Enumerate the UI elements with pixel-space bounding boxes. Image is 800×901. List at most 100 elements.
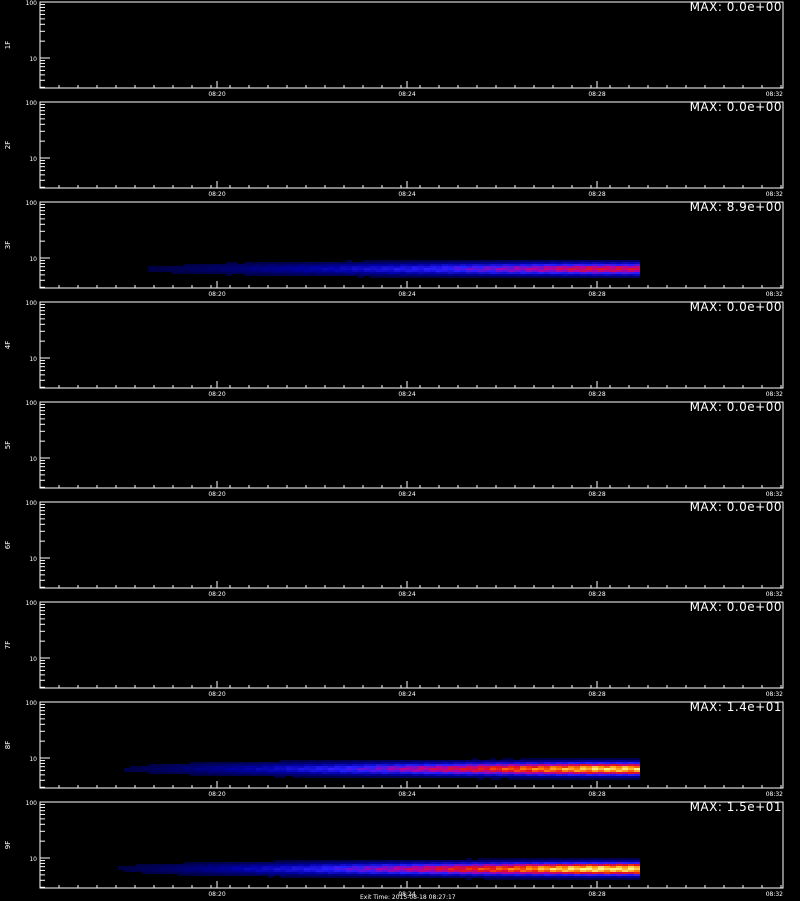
heat-cell xyxy=(520,762,526,764)
heat-cell xyxy=(550,260,556,262)
heat-cell xyxy=(322,866,328,868)
heat-cell xyxy=(370,870,376,872)
heat-cell xyxy=(532,270,538,272)
heat-cell xyxy=(316,272,322,274)
heat-cell xyxy=(484,776,490,778)
heat-cell xyxy=(550,276,556,278)
heat-cell xyxy=(214,862,220,864)
heat-cell xyxy=(334,770,340,772)
heat-cell xyxy=(628,770,634,772)
heat-cell xyxy=(622,862,628,864)
heat-cell xyxy=(544,768,550,770)
heat-cell xyxy=(352,876,358,878)
heat-cell xyxy=(340,262,346,264)
heat-cell xyxy=(478,776,484,778)
heat-cell xyxy=(250,874,256,876)
heat-cell xyxy=(262,772,268,774)
heat-cell xyxy=(448,866,454,868)
heat-cell xyxy=(406,870,412,872)
heat-cell xyxy=(430,270,436,272)
heat-cell xyxy=(508,872,514,874)
heat-cell xyxy=(556,762,562,764)
heat-cell xyxy=(364,866,370,868)
heat-cell xyxy=(454,266,460,268)
heat-cell xyxy=(202,762,208,764)
heat-cell xyxy=(550,778,556,780)
heat-cell xyxy=(352,762,358,764)
heat-cell xyxy=(598,264,604,266)
y-tick-label: 10 xyxy=(29,256,37,263)
plot-frame xyxy=(39,601,784,689)
heat-cell xyxy=(562,774,568,776)
heat-cell xyxy=(160,766,166,768)
heat-cell xyxy=(538,760,544,762)
heat-cell xyxy=(478,860,484,862)
heat-cell xyxy=(496,872,502,874)
heat-cell xyxy=(508,878,514,880)
heat-cell xyxy=(358,270,364,272)
heat-cell xyxy=(286,866,292,868)
heat-cell xyxy=(250,270,256,272)
heat-cell xyxy=(220,770,226,772)
heat-cell xyxy=(592,260,598,262)
heat-cell xyxy=(220,864,226,866)
heat-cell xyxy=(220,268,226,270)
heat-cell xyxy=(550,272,556,274)
heat-cell xyxy=(586,764,592,766)
heat-cell xyxy=(292,866,298,868)
heat-cell xyxy=(598,766,604,768)
heat-cell xyxy=(220,768,226,770)
heat-cell xyxy=(616,268,622,270)
heat-cell xyxy=(550,858,556,860)
heat-cell xyxy=(634,862,640,864)
heat-cell xyxy=(520,862,526,864)
heat-cell xyxy=(592,762,598,764)
heat-cell xyxy=(238,868,244,870)
heat-cell xyxy=(346,866,352,868)
heat-cell xyxy=(586,760,592,762)
heat-cell xyxy=(220,874,226,876)
heat-cell xyxy=(196,868,202,870)
heat-cell xyxy=(604,868,610,870)
heat-cell xyxy=(436,776,442,778)
heat-cell xyxy=(448,276,454,278)
heat-cell xyxy=(298,270,304,272)
heat-cell xyxy=(424,774,430,776)
heat-cell xyxy=(352,862,358,864)
heat-cell xyxy=(352,874,358,876)
heat-cell xyxy=(634,274,640,276)
heat-cell xyxy=(382,864,388,866)
heat-cell xyxy=(160,268,166,270)
heat-cell xyxy=(484,868,490,870)
heat-cell xyxy=(364,274,370,276)
heat-cell xyxy=(268,866,274,868)
heat-cell xyxy=(544,272,550,274)
heat-cell xyxy=(610,878,616,880)
y-tick-label: 100 xyxy=(26,400,38,407)
heat-cell xyxy=(316,774,322,776)
heat-cell xyxy=(322,270,328,272)
heat-cell xyxy=(616,860,622,862)
heat-cell xyxy=(610,864,616,866)
heat-cell xyxy=(292,776,298,778)
heat-cell xyxy=(490,870,496,872)
x-tick-label: 08:24 xyxy=(398,391,415,398)
heat-cell xyxy=(544,776,550,778)
heat-cell xyxy=(190,264,196,266)
heat-cell xyxy=(370,276,376,278)
heat-cell xyxy=(580,768,586,770)
heat-cell xyxy=(424,260,430,262)
heat-cell xyxy=(628,866,634,868)
heat-cell xyxy=(580,770,586,772)
heat-cell xyxy=(274,266,280,268)
heat-cell xyxy=(520,868,526,870)
heat-cell xyxy=(496,268,502,270)
heat-cell xyxy=(244,862,250,864)
heat-cell xyxy=(274,864,280,866)
heat-cell xyxy=(592,776,598,778)
heat-cell xyxy=(544,268,550,270)
heat-cell xyxy=(310,772,316,774)
heat-cell xyxy=(268,764,274,766)
heat-cell xyxy=(370,272,376,274)
heat-cell xyxy=(526,778,532,780)
